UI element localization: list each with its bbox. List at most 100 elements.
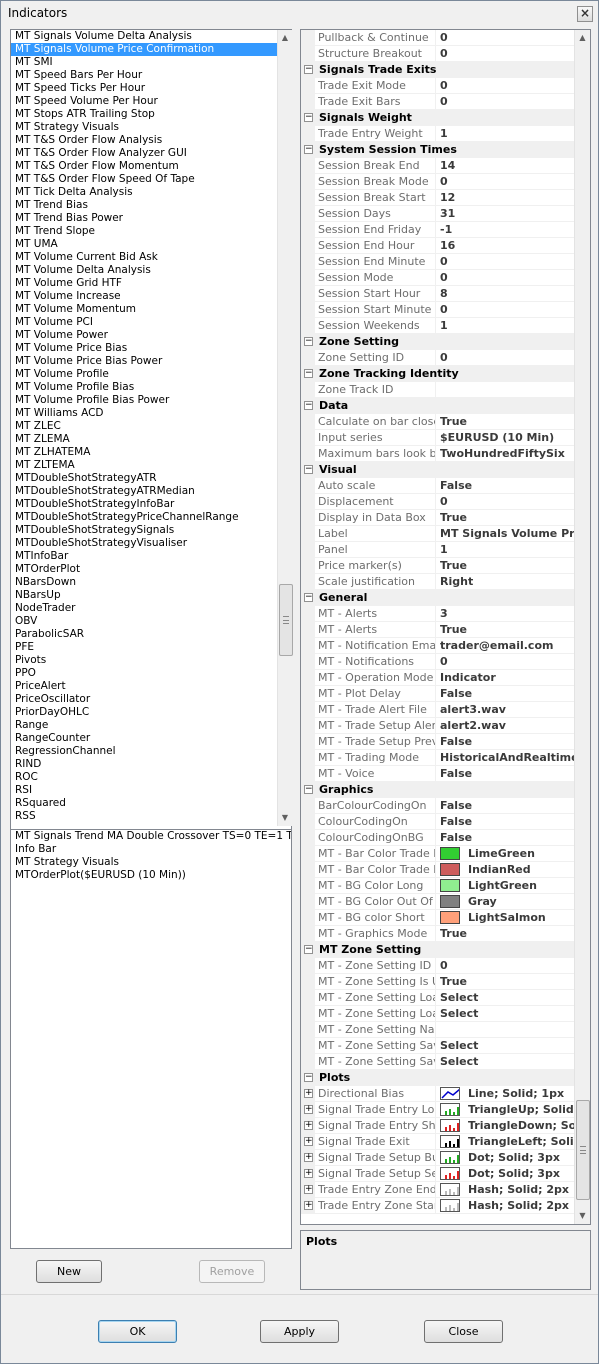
property-value[interactable]: True xyxy=(440,510,574,526)
indicator-list-item[interactable]: MT Volume Momentum xyxy=(11,303,277,316)
scroll-down-icon[interactable]: ▼ xyxy=(278,810,292,826)
property-value[interactable]: TriangleLeft; Solid; 3px xyxy=(440,1134,574,1150)
plot-row[interactable]: + Signal Trade Setup Sell Dot; Solid; 3px xyxy=(301,1166,574,1182)
indicator-list-item[interactable]: PriorDayOHLC xyxy=(11,706,277,719)
indicator-list-item[interactable]: MT Speed Ticks Per Hour xyxy=(11,82,277,95)
property-value[interactable]: False xyxy=(440,798,574,814)
indicator-list-item[interactable]: MT Volume Price Bias Power xyxy=(11,355,277,368)
applied-indicator-item[interactable]: MTOrderPlot($EURUSD (10 Min)) xyxy=(11,869,291,882)
property-row[interactable]: Maximum bars look bac TwoHundredFiftySix xyxy=(301,446,574,462)
indicator-list-item[interactable]: MT Trend Bias Power xyxy=(11,212,277,225)
property-row[interactable]: MT - Zone Setting Is Us True xyxy=(301,974,574,990)
property-value[interactable]: True xyxy=(440,926,574,942)
property-value[interactable]: 14 xyxy=(440,158,574,174)
property-row[interactable]: MT - Trade Alert File alert3.wav xyxy=(301,702,574,718)
property-row[interactable]: MT - Graphics Mode True xyxy=(301,926,574,942)
collapse-icon[interactable]: − xyxy=(304,593,313,602)
category-header[interactable]: − Data xyxy=(301,398,574,414)
indicator-list-item[interactable]: PFE xyxy=(11,641,277,654)
property-row[interactable]: Display in Data Box True xyxy=(301,510,574,526)
property-value[interactable]: MT Signals Volume Pric xyxy=(440,526,574,542)
plot-row[interactable]: + Trade Entry Zone Start Hash; Solid; 2px xyxy=(301,1198,574,1214)
indicator-list-item[interactable]: Range xyxy=(11,719,277,732)
close-button[interactable]: Close xyxy=(424,1320,503,1343)
indicator-list-item[interactable]: MT Volume Grid HTF xyxy=(11,277,277,290)
property-value[interactable]: False xyxy=(440,766,574,782)
plot-row[interactable]: + Directional Bias Line; Solid; 1px xyxy=(301,1086,574,1102)
property-row[interactable]: MT - Notification Email trader@email.com xyxy=(301,638,574,654)
property-value[interactable]: Indicator xyxy=(440,670,574,686)
property-row[interactable]: MT - Trade Setup Alert F alert2.wav xyxy=(301,718,574,734)
scroll-thumb[interactable] xyxy=(576,1100,590,1200)
property-row[interactable]: Trade Entry Weight 1 xyxy=(301,126,574,142)
property-row[interactable]: Trade Exit Bars 0 xyxy=(301,94,574,110)
property-value[interactable]: 16 xyxy=(440,238,574,254)
property-row[interactable]: MT - Zone Setting Save Select xyxy=(301,1054,574,1070)
property-row[interactable]: Session End Hour 16 xyxy=(301,238,574,254)
property-value[interactable]: Line; Solid; 1px xyxy=(440,1086,574,1102)
category-header[interactable]: − Zone Tracking Identity xyxy=(301,366,574,382)
property-value[interactable]: 0 xyxy=(440,350,574,366)
indicator-list-item[interactable]: MT Stops ATR Trailing Stop xyxy=(11,108,277,121)
property-value[interactable]: True xyxy=(440,974,574,990)
expand-icon[interactable]: + xyxy=(304,1185,313,1194)
indicator-list-item[interactable]: MT Volume Profile xyxy=(11,368,277,381)
property-row[interactable]: Session Start Hour 8 xyxy=(301,286,574,302)
property-value[interactable]: 1 xyxy=(440,126,574,142)
collapse-icon[interactable]: − xyxy=(304,145,313,154)
plot-row[interactable]: + Signal Trade Entry Long TriangleUp; Soli… xyxy=(301,1102,574,1118)
category-header[interactable]: − MT Zone Setting xyxy=(301,942,574,958)
property-value[interactable] xyxy=(440,382,574,398)
property-row[interactable]: Label MT Signals Volume Pric xyxy=(301,526,574,542)
property-row[interactable]: BarColourCodingOn False xyxy=(301,798,574,814)
indicator-list-item[interactable]: MTDoubleShotStrategyVisualiser xyxy=(11,537,277,550)
property-row[interactable]: MT - Zone Setting Load Select xyxy=(301,990,574,1006)
indicator-list-item[interactable]: MT Volume Delta Analysis xyxy=(11,264,277,277)
collapse-icon[interactable]: − xyxy=(304,337,313,346)
remove-button[interactable]: Remove xyxy=(199,1260,265,1283)
collapse-icon[interactable]: − xyxy=(304,785,313,794)
category-header[interactable]: − Plots xyxy=(301,1070,574,1086)
property-row[interactable]: ColourCodingOnBG False xyxy=(301,830,574,846)
property-value[interactable]: TriangleDown; Solid; 3px xyxy=(440,1118,574,1134)
expand-icon[interactable]: + xyxy=(304,1105,313,1114)
property-row[interactable]: Session End Friday -1 xyxy=(301,222,574,238)
property-value[interactable]: 1 xyxy=(440,542,574,558)
scroll-thumb[interactable] xyxy=(279,584,293,656)
property-row[interactable]: MT - BG Color Long LightGreen xyxy=(301,878,574,894)
applied-indicator-item[interactable]: MT Strategy Visuals xyxy=(11,856,291,869)
expand-icon[interactable]: + xyxy=(304,1089,313,1098)
collapse-icon[interactable]: − xyxy=(304,1073,313,1082)
indicator-list-item[interactable]: MT T&S Order Flow Analyzer GUI xyxy=(11,147,277,160)
property-grid-scrollbar[interactable]: ▲ ▼ xyxy=(574,30,590,1224)
indicator-list-item[interactable]: MT Williams ACD xyxy=(11,407,277,420)
category-header[interactable]: − Zone Setting xyxy=(301,334,574,350)
plot-row[interactable]: + Trade Entry Zone End Hash; Solid; 2px xyxy=(301,1182,574,1198)
property-row[interactable]: MT - BG Color Out Of S Gray xyxy=(301,894,574,910)
indicator-list-item[interactable]: RSI xyxy=(11,784,277,797)
property-value[interactable]: Dot; Solid; 3px xyxy=(440,1150,574,1166)
collapse-icon[interactable]: − xyxy=(304,465,313,474)
indicator-list-item[interactable]: RIND xyxy=(11,758,277,771)
property-value[interactable]: 0 xyxy=(440,174,574,190)
property-row[interactable]: MT - Zone Setting Save Select xyxy=(301,1038,574,1054)
indicator-list-item[interactable]: OBV xyxy=(11,615,277,628)
property-value[interactable]: True xyxy=(440,558,574,574)
property-value[interactable]: Select xyxy=(440,1038,574,1054)
property-row[interactable]: Panel 1 xyxy=(301,542,574,558)
property-value[interactable]: True xyxy=(440,622,574,638)
property-value[interactable]: 0 xyxy=(440,94,574,110)
property-value[interactable]: Dot; Solid; 3px xyxy=(440,1166,574,1182)
property-value[interactable]: alert3.wav xyxy=(440,702,574,718)
property-row[interactable]: Scale justification Right xyxy=(301,574,574,590)
property-row[interactable]: Session Weekends 1 xyxy=(301,318,574,334)
property-row[interactable]: MT - Alerts True xyxy=(301,622,574,638)
property-row[interactable]: Input series $EURUSD (10 Min) xyxy=(301,430,574,446)
expand-icon[interactable]: + xyxy=(304,1137,313,1146)
indicator-list-item[interactable]: MT Volume Profile Bias Power xyxy=(11,394,277,407)
property-value[interactable]: 0 xyxy=(440,46,574,62)
indicator-list-item[interactable]: MT Volume PCI xyxy=(11,316,277,329)
property-row[interactable]: MT - Voice False xyxy=(301,766,574,782)
indicator-list-item[interactable]: MTDoubleShotStrategyATRMedian xyxy=(11,485,277,498)
property-value[interactable]: $EURUSD (10 Min) xyxy=(440,430,574,446)
